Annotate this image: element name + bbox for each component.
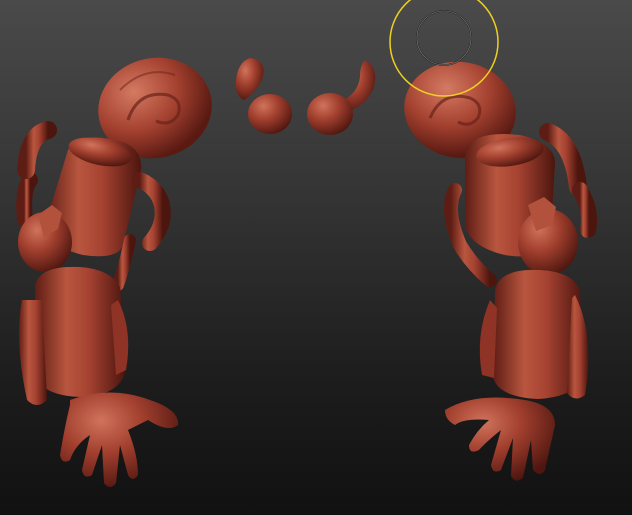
sculpt-scene[interactable] <box>0 0 632 515</box>
horn-right[interactable] <box>307 60 376 135</box>
zbrush-canvas-viewport[interactable] <box>0 0 632 515</box>
horn-left[interactable] <box>235 58 292 134</box>
arm-left[interactable] <box>16 121 179 487</box>
arm-right[interactable] <box>444 123 597 481</box>
